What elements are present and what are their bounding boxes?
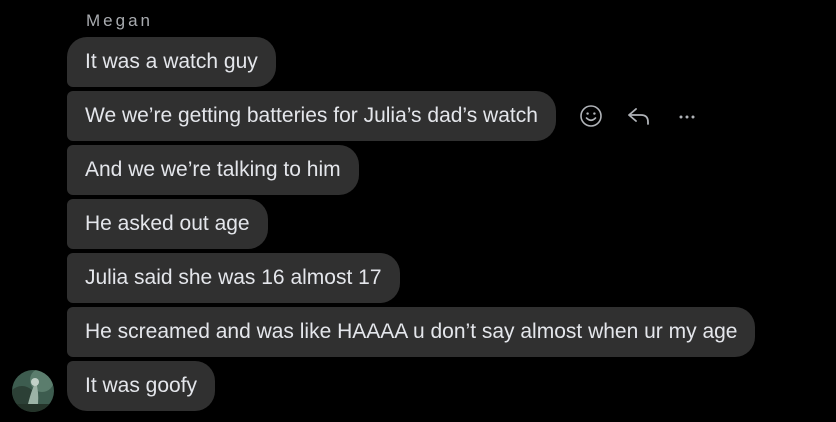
- message-bubble[interactable]: Julia said she was 16 almost 17: [67, 253, 400, 303]
- ellipsis-icon: [679, 115, 695, 119]
- message-row: It was goofy: [67, 361, 755, 411]
- reply-arrow-icon: [628, 108, 649, 125]
- message-row: He screamed and was like HAAAA u don’t s…: [67, 307, 756, 357]
- message-row: He asked out age: [67, 199, 755, 249]
- message-bubble[interactable]: It was goofy: [67, 361, 216, 411]
- more-options-button[interactable]: [672, 101, 702, 131]
- avatar-image: [12, 370, 54, 412]
- message-bubble[interactable]: And we we’re talking to him: [67, 145, 359, 195]
- message-bubble[interactable]: He asked out age: [67, 199, 268, 249]
- reply-button[interactable]: [624, 101, 654, 131]
- message-hover-actions: [576, 101, 702, 131]
- message-row: We we’re getting batteries for Julia’s d…: [67, 91, 755, 141]
- message-bubble[interactable]: It was a watch guy: [67, 37, 276, 87]
- message-bubble[interactable]: He screamed and was like HAAAA u don’t s…: [67, 307, 756, 357]
- message-row: And we we’re talking to him: [67, 145, 755, 195]
- message-thread: It was a watch guy We we’re getting batt…: [67, 37, 756, 411]
- message-bubble[interactable]: We we’re getting batteries for Julia’s d…: [67, 91, 556, 141]
- smiley-icon: [580, 105, 602, 127]
- message-row: Julia said she was 16 almost 17: [67, 253, 755, 303]
- message-row: It was a watch guy: [67, 37, 755, 87]
- avatar[interactable]: [12, 370, 54, 412]
- sender-name: Megan: [86, 11, 153, 30]
- react-button[interactable]: [576, 101, 606, 131]
